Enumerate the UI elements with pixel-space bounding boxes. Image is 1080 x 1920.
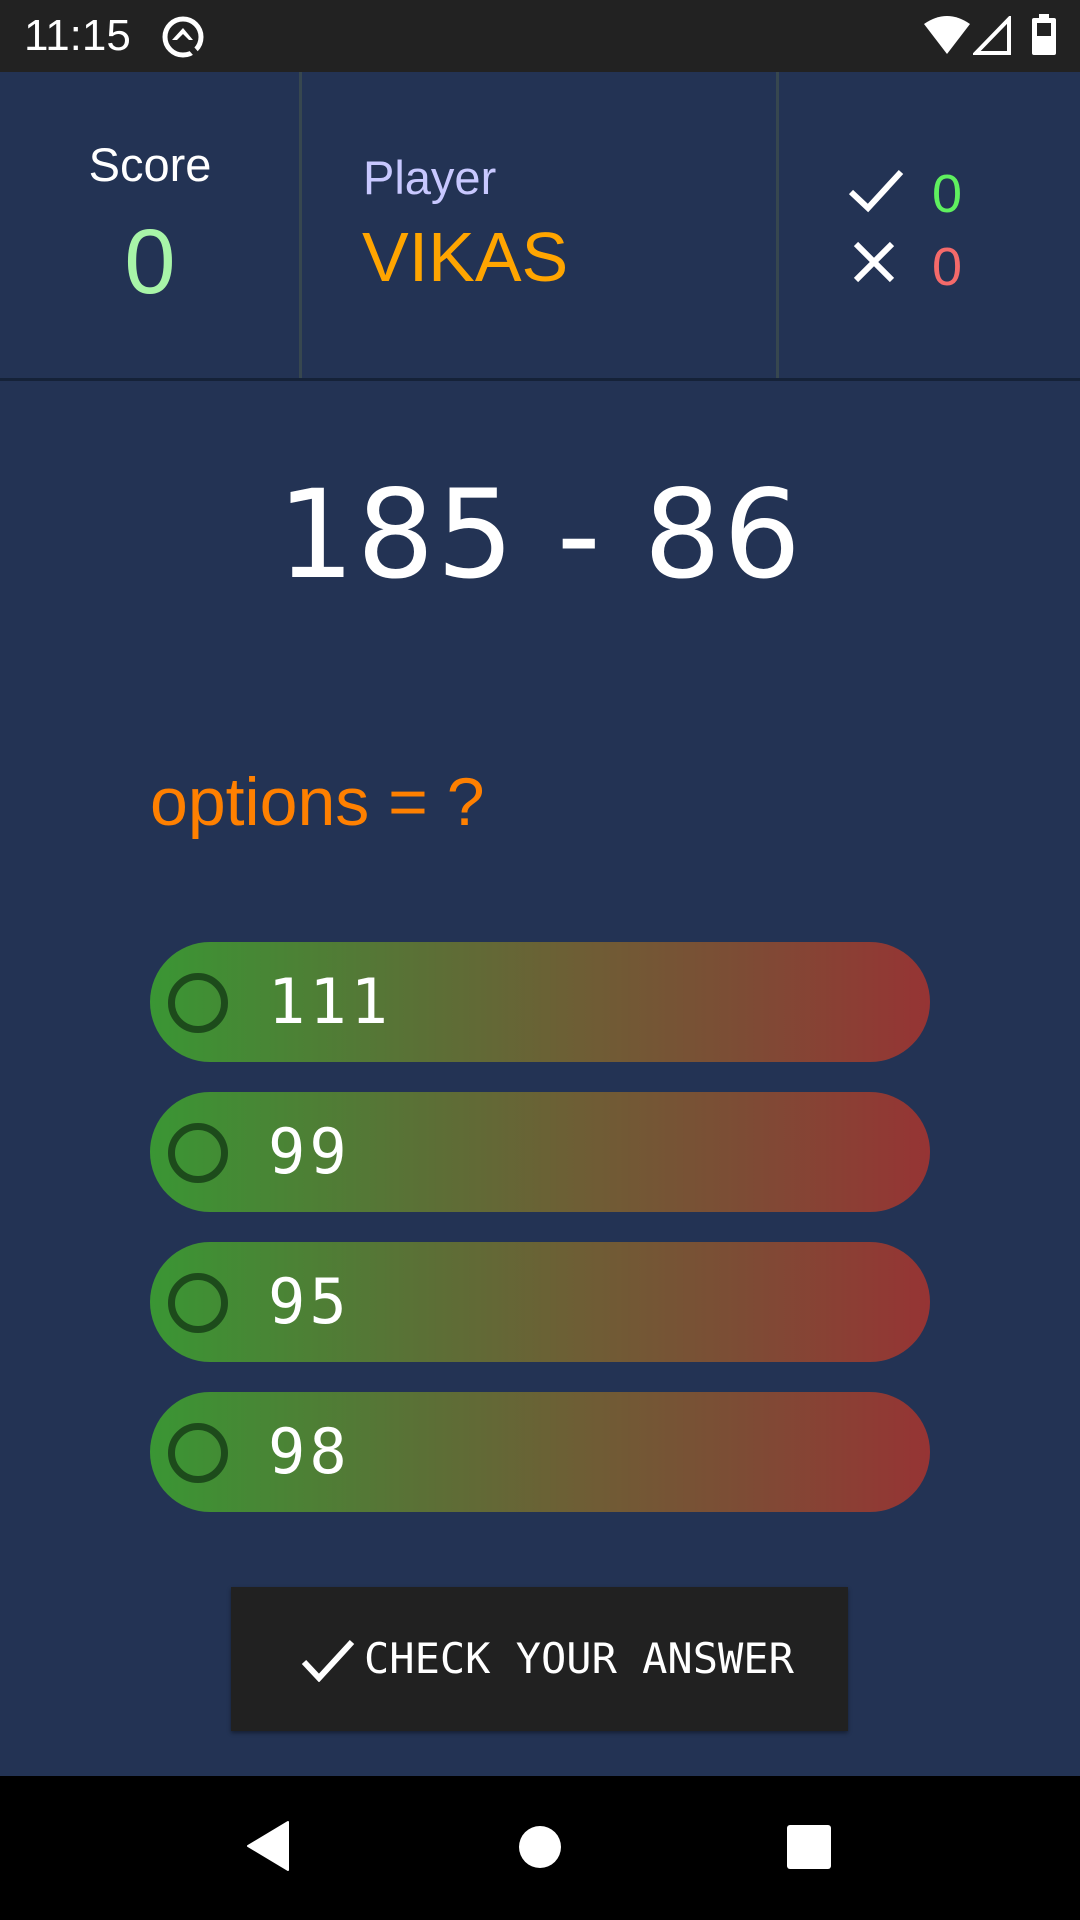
system-nav-bar xyxy=(0,1776,1080,1920)
recents-icon[interactable] xyxy=(786,1824,832,1870)
question-text: 185 - 86 xyxy=(277,464,803,606)
close-icon xyxy=(853,241,895,283)
status-bar: 11:15 xyxy=(0,0,1080,72)
app-notification-icon xyxy=(162,16,204,58)
radio-unchecked-icon[interactable] xyxy=(168,973,228,1033)
check-answer-label: CHECK YOUR ANSWER xyxy=(364,1634,794,1683)
option-label: 95 xyxy=(268,1265,351,1338)
option-label: 111 xyxy=(268,965,392,1038)
check-answer-button[interactable]: CHECK YOUR ANSWER xyxy=(231,1587,848,1731)
wrong-count: 0 xyxy=(932,237,963,297)
check-icon xyxy=(301,1639,355,1682)
score-value: 0 xyxy=(124,211,176,313)
wifi-icon xyxy=(924,16,970,54)
option-label: 99 xyxy=(268,1115,351,1188)
header-divider xyxy=(776,72,779,378)
option-radio[interactable]: 99 xyxy=(150,1092,930,1212)
radio-unchecked-icon[interactable] xyxy=(168,1273,228,1333)
check-icon xyxy=(848,169,904,213)
option-radio[interactable]: 98 xyxy=(150,1392,930,1512)
option-radio[interactable]: 95 xyxy=(150,1242,930,1362)
option-label: 98 xyxy=(268,1415,351,1488)
cell-signal-icon xyxy=(973,16,1011,55)
back-icon[interactable] xyxy=(244,1820,290,1872)
player-name: VIKAS xyxy=(362,218,569,296)
radio-unchecked-icon[interactable] xyxy=(168,1423,228,1483)
option-radio[interactable]: 111 xyxy=(150,942,930,1062)
battery-icon xyxy=(1032,14,1056,55)
home-icon[interactable] xyxy=(518,1825,562,1869)
score-header: Score 0 Player VIKAS 0 0 xyxy=(0,72,1080,381)
status-time: 11:15 xyxy=(24,11,131,60)
player-label: Player xyxy=(363,151,497,204)
options-label: options = ? xyxy=(150,764,485,840)
correct-count: 0 xyxy=(932,164,963,224)
score-label: Score xyxy=(88,138,212,191)
radio-unchecked-icon[interactable] xyxy=(168,1123,228,1183)
